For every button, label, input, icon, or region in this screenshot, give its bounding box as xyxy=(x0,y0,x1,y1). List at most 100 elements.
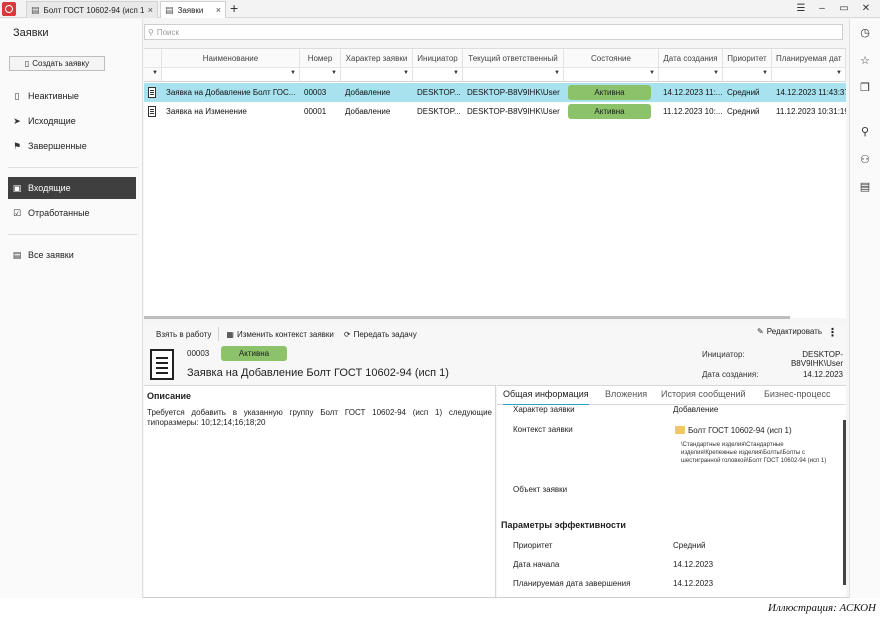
filter-initiator[interactable] xyxy=(413,67,463,82)
cell-name: Заявка на Изменение xyxy=(166,107,247,116)
horizontal-scrollbar[interactable] xyxy=(144,316,790,319)
filter-name[interactable] xyxy=(162,67,300,82)
sidebar-item-label: Все заявки xyxy=(28,250,74,260)
column-header-initiator[interactable]: Инициатор xyxy=(413,49,463,67)
tab-attachments[interactable]: Вложения xyxy=(605,389,647,399)
column-header-created[interactable]: Дата создания xyxy=(659,49,723,67)
create-request-button[interactable]: ▯ Создать заявку xyxy=(9,56,105,71)
request-number: 00003 xyxy=(187,349,210,358)
cell-responsible: DESKTOP-B8V9IHK\User xyxy=(467,88,560,97)
cell-planned: 14.12.2023 11:43:37 xyxy=(776,88,846,97)
close-window-button[interactable]: ✕ xyxy=(856,1,876,17)
filter-number[interactable] xyxy=(300,67,341,82)
change-context-button[interactable]: ▦ Изменить контекст заявки xyxy=(218,327,341,341)
column-header-planned[interactable]: Планируемая дат xyxy=(772,49,846,67)
status-badge: Активна xyxy=(568,85,651,100)
cell-state: Активна xyxy=(568,83,653,102)
start-date-label: Дата начала xyxy=(513,560,560,569)
column-header-number[interactable]: Номер xyxy=(300,49,341,67)
description-panel: Описание Требуется добавить в указанную … xyxy=(144,385,496,597)
initiator-value: DESKTOP-B8V9IHK\User xyxy=(790,350,843,368)
cell-state: Активна xyxy=(568,102,653,121)
status-badge: Активна xyxy=(221,346,287,361)
filter-kind[interactable] xyxy=(341,67,413,82)
search-icon: ⚲ xyxy=(148,27,154,37)
column-header-name[interactable]: Наименование xyxy=(162,49,300,67)
inbox-icon: ▣ xyxy=(12,182,22,193)
all-requests-icon: ▤ xyxy=(12,249,22,260)
sidebar-item-completed[interactable]: ⚑ Завершенные xyxy=(8,135,136,157)
search-placeholder: Поиск xyxy=(156,27,180,37)
context-value-row[interactable]: Болт ГОСТ 10602-94 (исп 1) xyxy=(675,426,792,435)
close-tab-icon[interactable]: × xyxy=(216,5,221,15)
sidebar-item-label: Исходящие xyxy=(28,116,76,126)
tab-bolt-document[interactable]: ▤ Болт ГОСТ 10602-94 (исп 1) × xyxy=(26,1,158,18)
filter-responsible[interactable] xyxy=(463,67,564,82)
clock-icon[interactable]: ◷ xyxy=(858,26,872,40)
star-icon[interactable]: ☆ xyxy=(858,54,872,68)
minimize-button[interactable]: – xyxy=(812,1,832,17)
column-header-priority[interactable]: Приоритет xyxy=(723,49,772,67)
tab-label: Болт ГОСТ 10602-94 (исп 1) xyxy=(43,5,144,15)
tab-general-info[interactable]: Общая информация xyxy=(503,389,589,406)
send-icon: ➤ xyxy=(13,115,21,126)
search-input[interactable]: ⚲ Поиск xyxy=(144,24,843,40)
planned-end-value: 14.12.2023 xyxy=(673,579,714,588)
title-bar: ▤ Болт ГОСТ 10602-94 (исп 1) × ▤ Заявки … xyxy=(0,0,880,18)
refresh-icon: ⟳ xyxy=(343,329,351,339)
cell-responsible: DESKTOP-B8V9IHK\User xyxy=(467,107,560,116)
sidebar-item-all-requests[interactable]: ▤ Все заявки xyxy=(8,244,136,266)
filter-state[interactable] xyxy=(564,67,659,82)
table-row[interactable]: Заявка на Добавление Болт ГОС... 00003 Д… xyxy=(144,83,846,102)
cell-created: 11.12.2023 10:... xyxy=(663,107,723,116)
table-row[interactable]: Заявка на Изменение 00001 Добавление DES… xyxy=(144,102,846,121)
general-info-panel: Характер заявки Добавление Контекст заяв… xyxy=(497,405,846,597)
tab-message-history[interactable]: История сообщений xyxy=(661,389,746,399)
windows-icon[interactable]: ❐ xyxy=(858,81,872,95)
column-header-kind[interactable]: Характер заявки xyxy=(341,49,413,67)
planned-end-label: Планируемая дата завершения xyxy=(513,579,631,588)
user-search-icon[interactable]: ⚇ xyxy=(858,153,872,167)
tab-requests[interactable]: ▤ Заявки × xyxy=(160,1,226,18)
context-icon: ▦ xyxy=(226,329,234,339)
menu-icon[interactable]: ☰ xyxy=(791,1,811,17)
more-options-icon[interactable]: ⋮ xyxy=(827,326,838,339)
sidebar-item-outgoing[interactable]: ➤ Исходящие xyxy=(8,110,136,132)
kind-value: Добавление xyxy=(673,405,719,414)
cell-initiator: DESKTOP... xyxy=(417,107,461,116)
sidebar-item-label: Входящие xyxy=(28,183,71,193)
sidebar-item-processed[interactable]: ☑ Отработанные xyxy=(8,202,136,224)
create-request-label: Создать заявку xyxy=(32,59,90,68)
vertical-scrollbar[interactable] xyxy=(843,420,846,585)
request-document-icon xyxy=(150,349,174,380)
close-tab-icon[interactable]: × xyxy=(148,5,153,15)
sidebar-item-incoming[interactable]: ▣ Входящие xyxy=(8,177,136,199)
context-value: Болт ГОСТ 10602-94 (исп 1) xyxy=(688,426,792,435)
filter-planned[interactable] xyxy=(772,67,846,82)
add-tab-button[interactable]: + xyxy=(230,0,238,17)
maximize-button[interactable]: ▭ xyxy=(834,1,854,17)
edit-button[interactable]: ✎ Редактировать xyxy=(757,327,822,336)
take-to-work-button[interactable]: Взять в работу xyxy=(144,327,218,341)
status-badge: Активна xyxy=(568,104,651,119)
report-icon[interactable]: ▤ xyxy=(858,180,872,194)
created-value: 14.12.2023 xyxy=(802,370,843,379)
sidebar-item-label: Неактивные xyxy=(28,91,79,101)
column-header-state[interactable]: Состояние xyxy=(564,49,659,67)
take-to-work-label: Взять в работу xyxy=(156,329,212,339)
app-logo-icon[interactable] xyxy=(2,2,16,16)
search-icon[interactable]: ⚲ xyxy=(858,125,872,139)
tab-label: Заявки xyxy=(177,5,204,15)
document-icon: ▤ xyxy=(31,4,40,15)
pass-task-button[interactable]: ⟳ Передать задачу xyxy=(341,327,424,341)
tab-business-process[interactable]: Бизнес-процесс xyxy=(764,389,830,399)
right-icon-rail: ◷ ☆ ❐ ⚲ ⚇ ▤ xyxy=(849,19,880,598)
filter-priority[interactable] xyxy=(723,67,772,82)
flag-icon: ⚑ xyxy=(12,140,22,151)
context-label: Контекст заявки xyxy=(513,425,573,434)
row-icon-header xyxy=(144,49,162,67)
column-header-responsible[interactable]: Текущий ответственный xyxy=(463,49,564,67)
priority-label: Приоритет xyxy=(513,541,553,550)
sidebar-item-inactive[interactable]: ▯ Неактивные xyxy=(8,85,136,107)
filter-created[interactable] xyxy=(659,67,723,82)
